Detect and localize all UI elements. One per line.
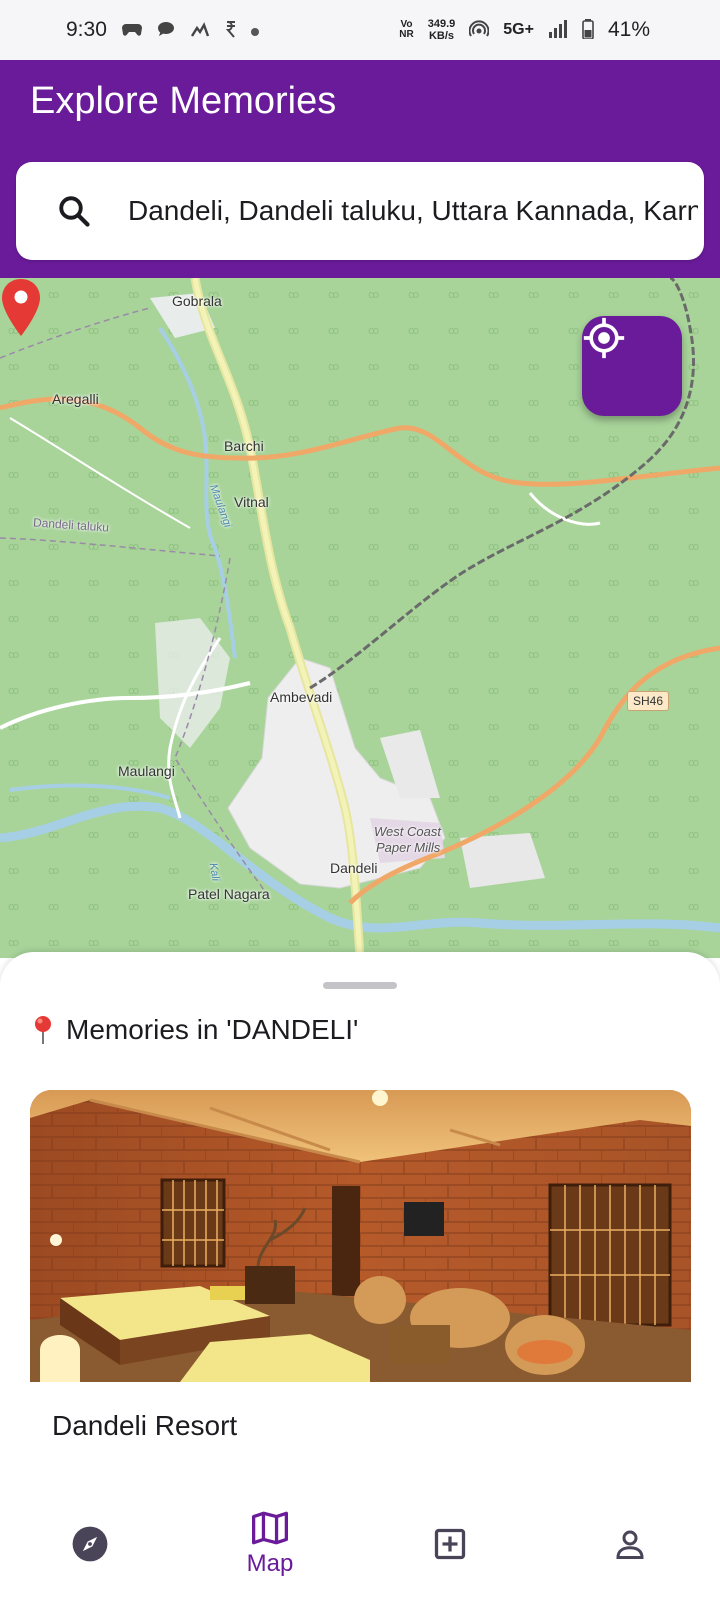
chat-bubble-icon bbox=[157, 21, 175, 40]
battery-icon bbox=[582, 18, 594, 42]
my-location-icon bbox=[583, 317, 625, 359]
bottom-navigation: Map bbox=[0, 1488, 720, 1600]
person-icon bbox=[616, 1530, 644, 1559]
nav-profile[interactable] bbox=[540, 1488, 720, 1600]
road-badge-sh46: SH46 bbox=[627, 691, 670, 711]
nav-add[interactable] bbox=[360, 1488, 540, 1600]
nav-map[interactable]: Map bbox=[180, 1488, 360, 1600]
speed-value: 349.9 bbox=[427, 18, 456, 30]
map-label-dandeli: Dandeli bbox=[330, 860, 378, 876]
map-label-patel-nagara: Patel Nagara bbox=[188, 886, 270, 902]
memory-card-image[interactable] bbox=[30, 1090, 691, 1382]
signal-icon bbox=[548, 19, 568, 41]
map-label-gobrala: Gobrala bbox=[172, 293, 222, 309]
dot-icon bbox=[250, 21, 259, 39]
search-bar[interactable] bbox=[16, 162, 704, 260]
my-location-button[interactable] bbox=[582, 316, 682, 416]
memories-bottom-sheet[interactable]: Memories in 'DANDELI' Dandeli Resort bbox=[0, 952, 720, 1488]
search-icon[interactable] bbox=[56, 193, 92, 229]
memories-header: Memories in 'DANDELI' bbox=[32, 1014, 358, 1046]
map-view[interactable]: ꝏ Gobrala Aregalli Barchi Vitnal D bbox=[0, 278, 720, 958]
rupee-icon bbox=[225, 20, 237, 41]
speed-unit: KB/s bbox=[428, 30, 455, 42]
resort-room-image bbox=[30, 1090, 691, 1382]
explore-icon bbox=[72, 1526, 108, 1562]
app-notification-icon bbox=[189, 20, 211, 41]
memories-header-text: Memories in 'DANDELI' bbox=[66, 1014, 359, 1045]
map-label-vitnal: Vitnal bbox=[234, 494, 269, 510]
map-label-aregalli: Aregalli bbox=[52, 391, 99, 407]
network-type: 5G+ bbox=[503, 21, 534, 38]
map-icon bbox=[252, 1511, 288, 1545]
game-controller-icon bbox=[121, 21, 143, 40]
map-label-maulangi: Maulangi bbox=[118, 763, 175, 779]
map-label-paper-mills: Paper Mills bbox=[376, 840, 441, 855]
nav-explore[interactable] bbox=[0, 1488, 180, 1600]
map-label-barchi: Barchi bbox=[224, 438, 264, 454]
nav-map-label: Map bbox=[246, 1550, 294, 1577]
network-speed: 349.9 KB/s bbox=[428, 18, 456, 42]
app-bar: Explore Memories bbox=[0, 60, 720, 278]
memory-card-title[interactable]: Dandeli Resort bbox=[52, 1410, 237, 1442]
map-label-ambevadi: Ambevadi bbox=[270, 689, 333, 705]
volte-indicator: Vo NR bbox=[399, 20, 413, 40]
battery-percent: 41% bbox=[607, 18, 650, 41]
map-label-west-coast: West Coast bbox=[374, 824, 441, 839]
drag-handle[interactable] bbox=[323, 982, 397, 989]
round-pushpin-icon bbox=[35, 1016, 51, 1044]
location-pin-icon[interactable] bbox=[0, 278, 42, 338]
status-bar: 9:30 Vo NR 349.9 KB/s 5G+ 41% bbox=[0, 0, 720, 60]
add-box-icon bbox=[434, 1528, 466, 1560]
page-title: Explore Memories bbox=[30, 80, 337, 122]
hotspot-icon bbox=[468, 19, 490, 41]
status-time: 9:30 bbox=[66, 18, 107, 41]
volte-bottom: NR bbox=[399, 29, 414, 40]
search-input[interactable] bbox=[128, 195, 698, 227]
